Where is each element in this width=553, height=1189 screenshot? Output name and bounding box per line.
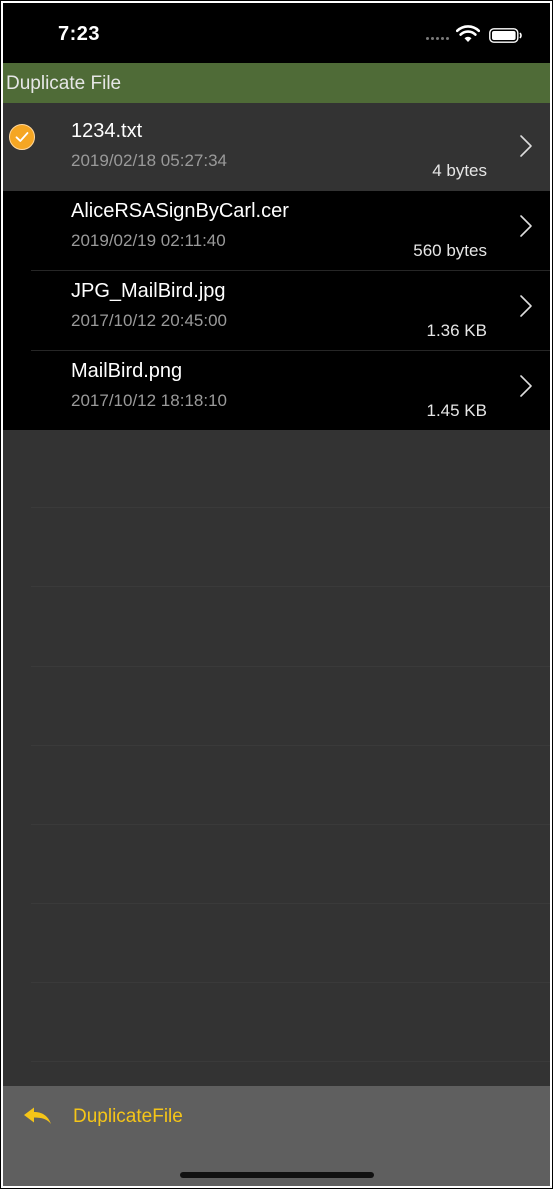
chevron-right-icon: [520, 135, 532, 157]
empty-row-divider: [31, 903, 550, 904]
file-size: 1.36 KB: [426, 321, 488, 340]
home-indicator[interactable]: [180, 1172, 374, 1178]
empty-row-divider: [31, 1061, 550, 1062]
chevron-right-icon: [520, 215, 532, 237]
chevron-right-icon: [520, 295, 532, 317]
back-button-label: DuplicateFile: [73, 1106, 183, 1127]
file-name: MailBird.png: [71, 360, 183, 382]
file-row[interactable]: MailBird.png 2017/10/12 18:18:10 1.45 KB: [3, 351, 550, 430]
wifi-icon: [456, 25, 480, 42]
file-size: 1.45 KB: [426, 401, 488, 420]
page-title: Duplicate File: [6, 73, 122, 94]
back-button[interactable]: DuplicateFile: [23, 1102, 183, 1132]
empty-row-divider: [31, 982, 550, 983]
empty-row-divider: [31, 666, 550, 667]
reply-arrow-icon: [24, 1107, 51, 1124]
file-date: 2019/02/18 05:27:34: [71, 151, 227, 170]
file-date: 2017/10/12 18:18:10: [71, 391, 227, 410]
file-date: 2017/10/12 20:45:00: [71, 311, 227, 330]
title-bar: Duplicate File: [3, 63, 550, 103]
checkmark-circle-icon[interactable]: [8, 123, 36, 151]
file-name: 1234.txt: [71, 120, 143, 142]
file-row[interactable]: AliceRSASignByCarl.cer 2019/02/19 02:11:…: [3, 191, 550, 271]
empty-row-divider: [31, 586, 550, 587]
file-row[interactable]: JPG_MailBird.jpg 2017/10/12 20:45:00 1.3…: [3, 271, 550, 351]
empty-row-divider: [31, 824, 550, 825]
status-time: 7:23: [58, 23, 101, 45]
battery-icon: [489, 28, 522, 43]
chevron-right-icon: [520, 375, 532, 397]
empty-row-divider: [31, 507, 550, 508]
bottom-toolbar: DuplicateFile: [3, 1086, 550, 1186]
empty-row-divider: [31, 745, 550, 746]
file-name: JPG_MailBird.jpg: [71, 280, 226, 302]
status-bar: 7:23: [3, 3, 550, 63]
file-name: AliceRSASignByCarl.cer: [71, 200, 289, 222]
file-size: 560 bytes: [413, 241, 487, 260]
file-date: 2019/02/19 02:11:40: [71, 231, 226, 250]
app-screen: 7:23 Duplicate File 1234.txt 2019/02/18 …: [3, 3, 550, 1186]
cellular-dots-icon: [426, 37, 450, 43]
file-size: 4 bytes: [432, 161, 487, 180]
file-row[interactable]: 1234.txt 2019/02/18 05:27:34 4 bytes: [3, 111, 550, 191]
